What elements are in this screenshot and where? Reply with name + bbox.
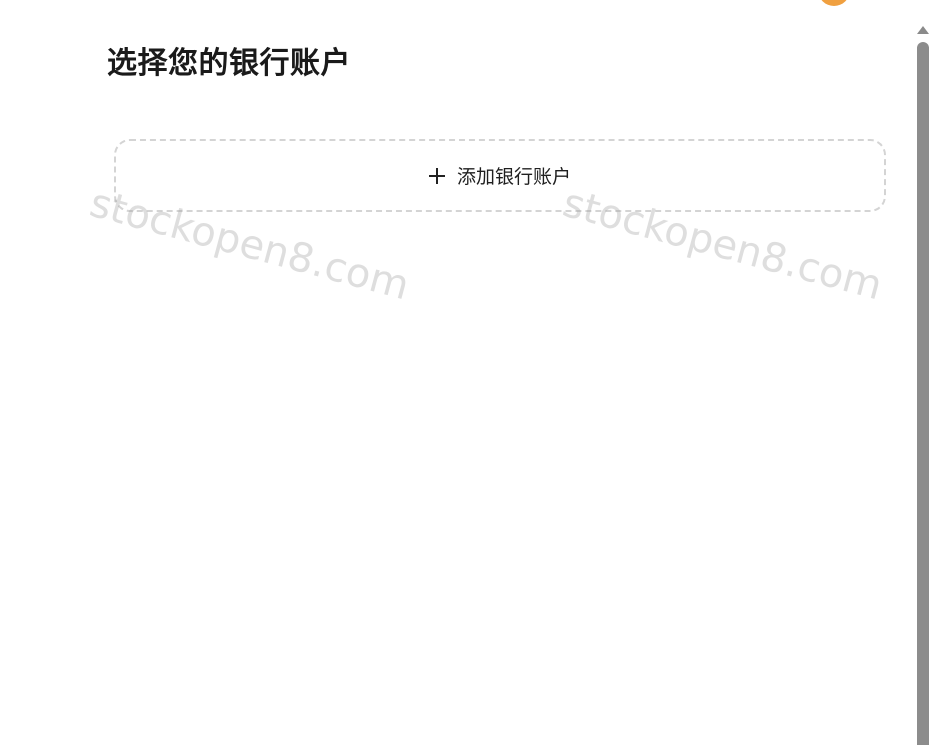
- avatar[interactable]: [818, 0, 850, 6]
- page-title: 选择您的银行账户: [107, 46, 351, 81]
- scrollbar-thumb[interactable]: [917, 42, 929, 745]
- page: 选择您的银行账户 添加银行账户 stockopen8.com stockopen…: [0, 0, 945, 745]
- scroll-up-arrow-icon[interactable]: [917, 26, 929, 34]
- plus-icon: [428, 167, 445, 184]
- add-bank-account-button[interactable]: 添加银行账户: [114, 139, 886, 212]
- add-bank-account-label: 添加银行账户: [456, 166, 571, 188]
